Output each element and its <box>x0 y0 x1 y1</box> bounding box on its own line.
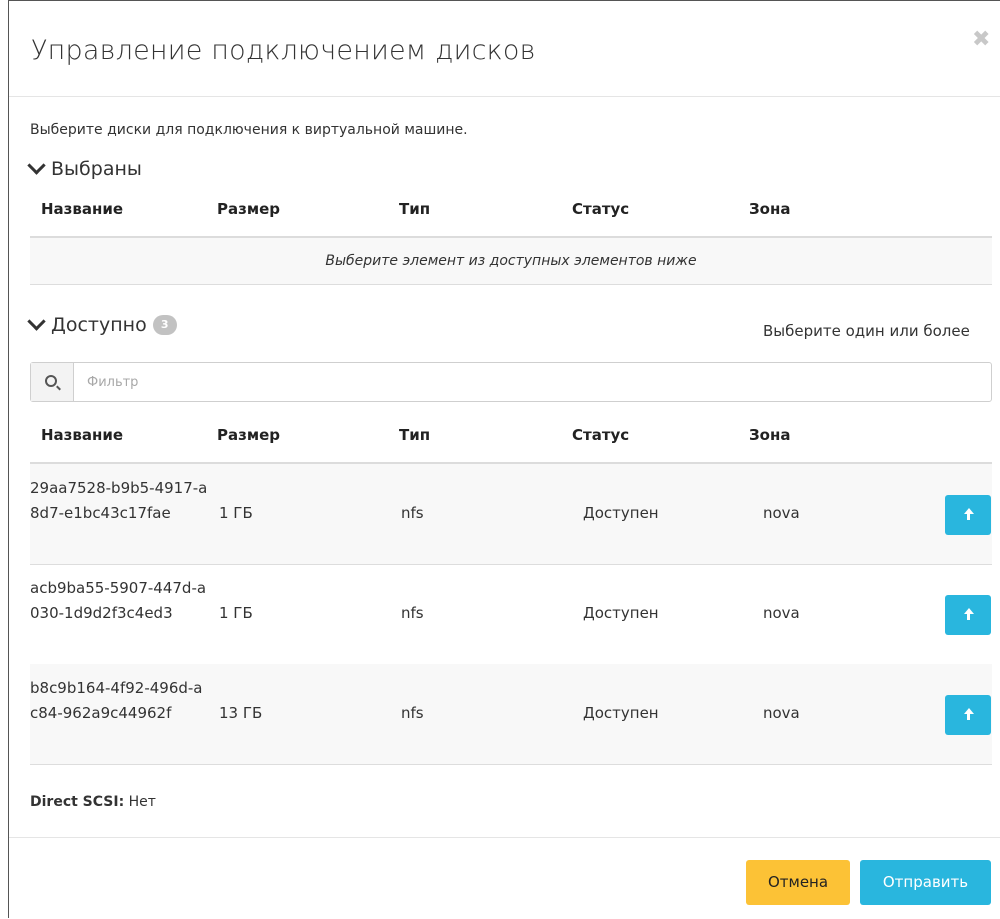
disk-size: 1 ГБ <box>219 604 253 622</box>
column-header-zone: Зона <box>749 200 791 218</box>
submit-button[interactable]: Отправить <box>860 860 991 905</box>
close-icon[interactable]: ✖ <box>972 29 990 51</box>
direct-scsi-value: Нет <box>128 794 156 810</box>
modal-header: Управление подключением дисков ✖ <box>9 1 1000 97</box>
available-count-badge: 3 <box>152 315 177 335</box>
disk-zone: nova <box>763 704 800 722</box>
column-header-status: Статус <box>572 426 630 444</box>
disk-type: nfs <box>401 704 424 722</box>
available-section-toggle[interactable]: Доступно 3 <box>27 311 177 336</box>
filter-input[interactable] <box>79 363 989 401</box>
table-row: 29aa7528-b9b5-4917-a8d7-e1bc43c17fae 1 Г… <box>30 464 992 565</box>
column-header-type: Тип <box>399 426 431 444</box>
disk-type: nfs <box>401 604 424 622</box>
select-row-button[interactable] <box>945 695 991 735</box>
selected-section-toggle[interactable]: Выбраны <box>27 155 142 180</box>
disk-status: Доступен <box>583 704 659 722</box>
disk-name: acb9ba55-5907-447d-a030-1d9d2f3c4ed3 <box>30 579 207 622</box>
table-row: acb9ba55-5907-447d-a030-1d9d2f3c4ed3 1 Г… <box>30 564 992 665</box>
available-table-header: Название Размер Тип Статус Зона <box>30 416 992 465</box>
available-heading: Доступно <box>51 314 147 336</box>
modal-title: Управление подключением дисков <box>31 35 536 66</box>
disk-name: b8c9b164-4f92-496d-ac84-962a9c44962f <box>30 679 203 722</box>
intro-text: Выберите диски для подключения к виртуал… <box>30 122 468 138</box>
column-header-status: Статус <box>572 200 630 218</box>
disk-zone: nova <box>763 604 800 622</box>
selected-heading: Выбраны <box>51 158 142 180</box>
disk-status: Доступен <box>583 504 659 522</box>
cancel-button[interactable]: Отмена <box>746 860 850 905</box>
selected-empty-row: Выберите элемент из доступных элементов … <box>30 238 992 285</box>
column-header-type: Тип <box>399 200 431 218</box>
selection-hint: Выберите один или более <box>763 322 970 340</box>
attach-disks-modal: Управление подключением дисков ✖ Выберит… <box>8 0 1000 918</box>
disk-type: nfs <box>401 504 424 522</box>
select-row-button[interactable] <box>945 495 991 535</box>
column-header-name: Название <box>41 426 124 444</box>
direct-scsi-label: Direct SCSI: <box>30 794 125 810</box>
column-header-name: Название <box>41 200 124 218</box>
filter-box <box>30 362 992 402</box>
disk-name: 29aa7528-b9b5-4917-a8d7-e1bc43c17fae <box>30 479 208 522</box>
chevron-down-icon <box>27 155 46 175</box>
direct-scsi-info: Direct SCSI: Нет <box>30 794 156 810</box>
column-header-zone: Зона <box>749 426 791 444</box>
chevron-down-icon <box>27 311 46 331</box>
selected-table-header: Название Размер Тип Статус Зона <box>30 190 992 239</box>
search-icon <box>45 375 57 387</box>
disk-zone: nova <box>763 504 800 522</box>
modal-footer: Отмена Отправить <box>9 837 1000 919</box>
disk-size: 1 ГБ <box>219 504 253 522</box>
disk-size: 13 ГБ <box>219 704 263 722</box>
table-row: b8c9b164-4f92-496d-ac84-962a9c44962f 13 … <box>30 664 992 765</box>
column-header-size: Размер <box>217 200 281 218</box>
select-row-button[interactable] <box>945 595 991 635</box>
disk-status: Доступен <box>583 604 659 622</box>
filter-addon <box>31 363 74 401</box>
column-header-size: Размер <box>217 426 281 444</box>
